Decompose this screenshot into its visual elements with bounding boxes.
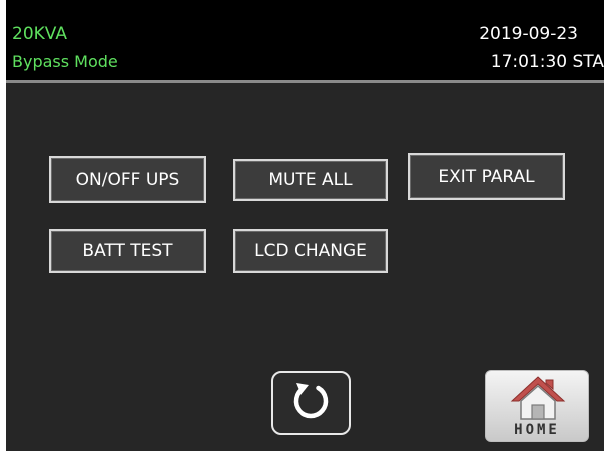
onoff-ups-button[interactable]: ON/OFF UPS bbox=[49, 156, 206, 203]
home-label: HOME bbox=[514, 422, 560, 438]
status-header: 20KVA Bypass Mode 2019-09-23 17:01:30 ST… bbox=[6, 0, 604, 80]
lcd-change-button[interactable]: LCD CHANGE bbox=[233, 229, 388, 273]
exit-paral-button[interactable]: EXIT PARAL bbox=[408, 153, 565, 200]
batt-test-button[interactable]: BATT TEST bbox=[49, 229, 206, 273]
mute-all-button[interactable]: MUTE ALL bbox=[233, 159, 388, 201]
ups-screen: 20KVA Bypass Mode 2019-09-23 17:01:30 ST… bbox=[6, 0, 604, 451]
home-button[interactable]: HOME bbox=[485, 370, 589, 442]
ups-model-label: 20KVA bbox=[12, 24, 67, 44]
back-button[interactable] bbox=[271, 371, 351, 435]
date-display: 2019-09-23 bbox=[479, 24, 578, 44]
home-icon bbox=[510, 375, 566, 427]
time-display: 17:01:30 STA bbox=[490, 52, 604, 72]
operating-mode-label: Bypass Mode bbox=[12, 52, 118, 71]
refresh-icon bbox=[287, 377, 335, 429]
header-divider bbox=[6, 80, 604, 83]
